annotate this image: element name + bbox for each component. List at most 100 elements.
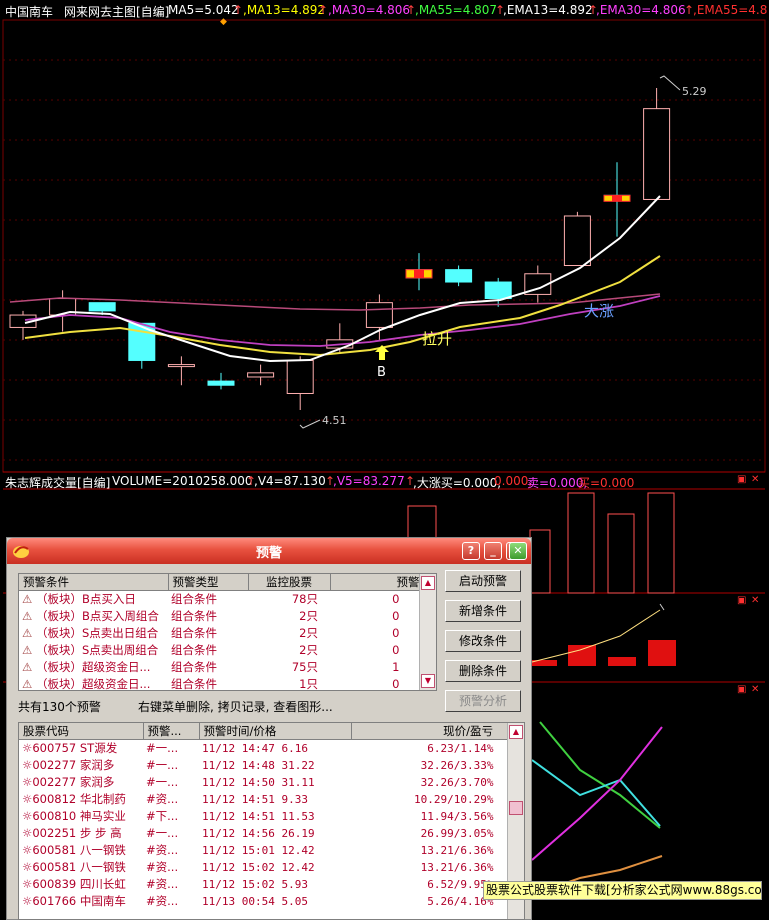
- moving-average-lines: [9, 195, 661, 363]
- condition-name-cell: ⚠ （板块）B点买入周组合: [19, 608, 168, 625]
- candle-body[interactable]: [484, 281, 512, 300]
- indicator-pane-3: [531, 721, 663, 896]
- col-condition[interactable]: 预警条件: [19, 574, 169, 591]
- sun-icon: ☼: [22, 758, 33, 772]
- condition-name-cell: ⚠ （板块）超级资金日...: [19, 676, 168, 690]
- alert-row[interactable]: ☼600581 八一钢铁 #资... 11/12 15:01 12.42 13.21/…: [19, 842, 524, 859]
- cursor-marker-icon: ◆: [220, 17, 227, 27]
- start-alert-button[interactable]: 启动预警: [445, 570, 521, 592]
- alert-stock-code: 002277: [32, 775, 77, 789]
- alert-time-price: 11/13 00:54 5.05: [202, 894, 308, 908]
- condition-row[interactable]: ⚠ （板块）超级资金日... 组合条件 1只 0: [19, 676, 436, 691]
- add-condition-button[interactable]: 新增条件: [445, 600, 521, 622]
- condition-name: （板块）超级资金日...: [35, 660, 151, 674]
- volume-pane-close-icon[interactable]: ✕: [751, 474, 759, 485]
- alert-stock-code: 600812: [32, 792, 77, 806]
- col-alert-type[interactable]: 预警...: [143, 723, 200, 740]
- alert-time-price: 11/12 14:47 6.16: [202, 741, 308, 755]
- condition-row[interactable]: ⚠ （板块）超级资金日... 组合条件 75只 1: [19, 659, 436, 676]
- volume-pane-restore-icon[interactable]: ▣: [737, 474, 746, 485]
- condition-row[interactable]: ⚠ （板块）S点卖出周组合 组合条件 2只 0: [19, 642, 436, 659]
- condition-row[interactable]: ⚠ （板块）B点买入日 组合条件 78只 0: [19, 591, 436, 608]
- alert-row[interactable]: ☼002251 步 步 高 #一... 11/12 14:56 26.19 26.99…: [19, 825, 524, 842]
- alert-stock-cell: ☼002251 步 步 高: [19, 825, 143, 842]
- condition-type: 组合条件: [171, 626, 217, 640]
- alert-stock-cell: ☼600839 四川长虹: [19, 876, 143, 893]
- alert-now-profit: 10.29/10.29%: [414, 792, 494, 806]
- condition-stocks: 1只: [299, 677, 318, 691]
- candle-body[interactable]: [445, 269, 473, 283]
- condition-name: （板块）S点卖出周组合: [35, 643, 159, 657]
- alert-row[interactable]: ☼600812 华北制药 #资... 11/12 14:51 9.33 10.29/1…: [19, 791, 524, 808]
- candle-body[interactable]: [88, 302, 116, 312]
- site-watermark: 股票公式股票软件下载[分析家公式网www.88gs.com]: [483, 881, 762, 900]
- alert-time-price: 11/12 14:56 26.19: [202, 826, 315, 840]
- candle-body[interactable]: [365, 302, 393, 328]
- v5-value: ,V5=83.277: [333, 474, 405, 488]
- candle-body[interactable]: [643, 108, 671, 200]
- scroll-up-icon[interactable]: ▲: [421, 576, 435, 590]
- scroll-down-icon[interactable]: ▼: [421, 674, 435, 688]
- dialog-title: 预警: [255, 546, 282, 561]
- condition-type: 组合条件: [171, 660, 217, 674]
- dialog-titlebar[interactable]: 预警 ? _ □: [7, 538, 531, 564]
- alert-row[interactable]: ☼600757 ST源发 #一... 11/12 14:47 6.16 6.23/1.…: [19, 740, 524, 757]
- alert-row[interactable]: ☼601766 中国南车 #资... 11/13 00:54 5.05 5.26/4.…: [19, 893, 524, 910]
- candle-body[interactable]: [167, 364, 195, 368]
- alerts-scroll-up-icon[interactable]: ▲: [509, 725, 523, 739]
- alert-stock-name: 八一钢铁: [79, 860, 126, 874]
- alert-stock-name: 神马实业: [79, 809, 126, 823]
- low-price-label: 4.51: [322, 414, 347, 427]
- alert-type: #一...: [146, 826, 179, 840]
- candle-body[interactable]: [286, 359, 314, 394]
- help-icon[interactable]: ?: [462, 542, 480, 560]
- lift-annotation: 拉升: [422, 330, 452, 348]
- alert-row[interactable]: ☼600810 神马实业 #下... 11/12 14:51 11.53 11.94/…: [19, 808, 524, 825]
- sun-icon: ☼: [22, 894, 33, 908]
- col-monitored[interactable]: 监控股票: [248, 574, 331, 591]
- candle-body[interactable]: [128, 322, 156, 361]
- surge-annotation: 大涨: [584, 302, 614, 320]
- warning-icon: ⚠: [22, 643, 33, 657]
- close-icon[interactable]: ✕: [509, 542, 527, 560]
- alert-stock-cell: ☼600757 ST源发: [19, 740, 143, 757]
- sun-icon: ☼: [22, 843, 33, 857]
- candle-body[interactable]: [207, 380, 235, 386]
- alert-row[interactable]: ☼002277 家润多 #一... 11/12 14:50 31.11 32.26/3…: [19, 774, 524, 791]
- alert-now-profit: 32.26/3.70%: [420, 775, 494, 789]
- pane3-restore-icon[interactable]: ▣: [737, 684, 746, 695]
- col-type[interactable]: 预警类型: [168, 574, 249, 591]
- alert-stock-cell: ☼600581 八一钢铁: [19, 859, 143, 876]
- high-price-label: 5.29: [682, 85, 707, 98]
- alert-row[interactable]: ☼002277 家润多 #一... 11/12 14:48 31.22 32.26/3…: [19, 757, 524, 774]
- condition-row[interactable]: ⚠ （板块）S点卖出日组合 组合条件 2只 0: [19, 625, 436, 642]
- volume-formula-name[interactable]: 朱志辉成交量[自编]: [5, 474, 110, 491]
- alert-time-price: 11/12 15:02 5.93: [202, 877, 308, 891]
- minimize-icon[interactable]: _: [484, 542, 502, 560]
- candle-body[interactable]: [563, 215, 591, 267]
- alert-row[interactable]: ☼600839 四川长虹 #资... 11/12 15:02 5.93 6.52/9.…: [19, 876, 524, 893]
- sun-icon: ☼: [22, 741, 33, 756]
- alert-type: #一...: [146, 758, 179, 772]
- col-alert-time-price[interactable]: 预警时间/价格: [199, 723, 352, 740]
- condition-row[interactable]: ⚠ （板块）B点买入周组合 组合条件 2只 0: [19, 608, 436, 625]
- alerts-table: 股票代码 预警... 预警时间/价格 现价/盈亏 ☼600757 ST源发 #一.…: [18, 722, 525, 920]
- condition-stocks: 2只: [299, 609, 318, 623]
- pane2-close-icon[interactable]: ✕: [751, 595, 759, 606]
- alert-stock-name: 家润多: [79, 758, 115, 772]
- alerts-scroll-thumb[interactable]: [509, 801, 523, 815]
- alert-now-profit: 13.21/6.36%: [420, 843, 494, 857]
- alert-analysis-button[interactable]: 预警分析: [445, 690, 521, 712]
- edit-condition-button[interactable]: 修改条件: [445, 630, 521, 652]
- alert-stock-name: 中国南车: [79, 894, 126, 908]
- alert-time-price: 11/12 15:01 12.42: [202, 843, 315, 857]
- col-now-profit[interactable]: 现价/盈亏: [351, 723, 524, 740]
- pane2-restore-icon[interactable]: ▣: [737, 595, 746, 606]
- delete-condition-button[interactable]: 删除条件: [445, 660, 521, 682]
- alert-stock-code: 601766: [32, 894, 77, 908]
- candle-body[interactable]: [247, 372, 275, 378]
- col-stock-code[interactable]: 股票代码: [19, 723, 144, 740]
- pane3-close-icon[interactable]: ✕: [751, 684, 759, 695]
- conditions-scrollbar[interactable]: ▲ ▼: [419, 574, 436, 690]
- alert-row[interactable]: ☼600581 八一钢铁 #资... 11/12 15:02 12.42 13.21/…: [19, 859, 524, 876]
